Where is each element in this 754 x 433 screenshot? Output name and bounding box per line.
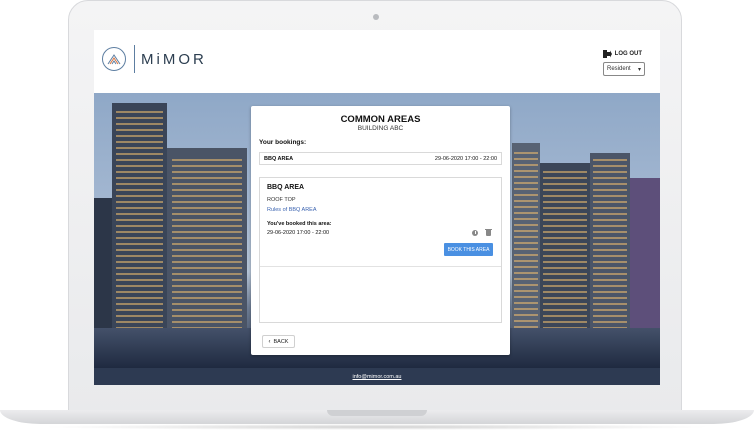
logout-icon (602, 50, 612, 58)
area-location: ROOF TOP (267, 197, 296, 203)
area-detail-panel: BBQ AREA ROOF TOP Rules of BBQ AREA You'… (259, 177, 502, 323)
footer: info@mimor.com.au (94, 368, 660, 385)
area-title: BBQ AREA (267, 184, 305, 191)
logout-label: LOG OUT (614, 51, 642, 57)
chevron-left-icon: ‹ (268, 338, 271, 345)
chevron-down-icon: ▾ (637, 66, 641, 73)
role-select[interactable]: Resident ▾ (603, 62, 645, 76)
laptop-notch (327, 410, 427, 416)
logo[interactable]: MiMOR (102, 45, 207, 73)
building-name: BUILDING ABC (357, 125, 404, 132)
tower-right-3-windows (593, 159, 627, 329)
tower-right-4 (630, 178, 660, 333)
booked-label: You've booked this area: (267, 221, 332, 227)
back-label: BACK (273, 338, 289, 345)
book-area-button[interactable]: BOOK THIS AREA (444, 243, 493, 256)
common-areas-card: COMMON AREAS BUILDING ABC Your bookings:… (251, 106, 510, 355)
tower-right-1-windows (514, 148, 538, 328)
booked-time: 29-06-2020 17:00 - 22:00 (267, 230, 330, 236)
app-header: MiMOR LOG OUT Resident ▾ (94, 30, 660, 93)
booking-time: 29-06-2020 17:00 - 22:00 (434, 155, 497, 162)
footer-email-link[interactable]: info@mimor.com.au (353, 374, 402, 380)
page-title: COMMON AREAS (340, 114, 421, 125)
role-select-value: Resident (607, 66, 631, 72)
camera-icon (373, 14, 379, 20)
tower-left-2-windows (172, 155, 242, 335)
logo-text: MiMOR (141, 50, 207, 68)
laptop-shadow (40, 424, 714, 430)
tower-right-2-windows (543, 169, 587, 329)
screen: MiMOR LOG OUT Resident ▾ info@mimor.com.… (94, 30, 660, 385)
logo-divider (134, 45, 135, 73)
bookings-heading: Your bookings: (259, 139, 307, 146)
back-button[interactable]: ‹ BACK (262, 335, 295, 348)
logo-mountain-icon (102, 47, 126, 71)
rules-link[interactable]: Rules of BBQ AREA (267, 207, 317, 213)
tower-left-windows (116, 109, 163, 329)
booking-row[interactable]: BBQ AREA 29-06-2020 17:00 - 22:00 (259, 152, 502, 165)
logout-button[interactable]: LOG OUT (602, 50, 642, 58)
tower-far-left (94, 198, 112, 338)
clock-icon[interactable] (472, 230, 478, 236)
trash-icon[interactable] (485, 228, 492, 236)
detail-divider (260, 266, 501, 267)
booking-area-name: BBQ AREA (264, 155, 294, 162)
